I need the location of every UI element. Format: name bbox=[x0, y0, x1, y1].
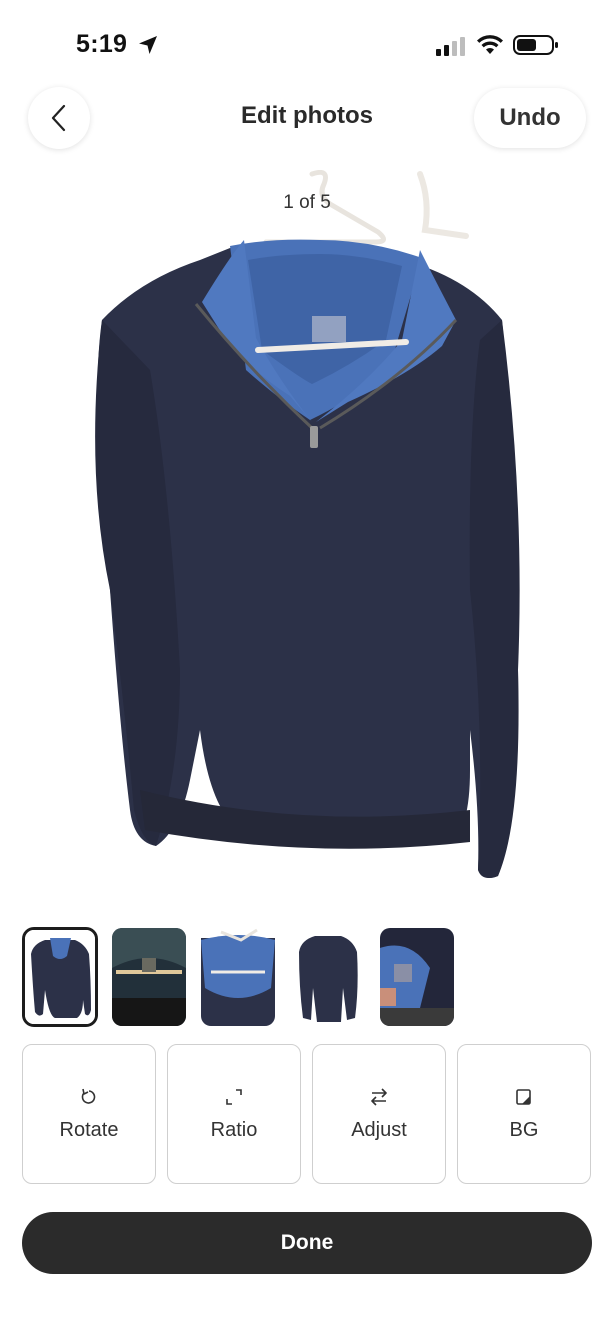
ratio-tool-button[interactable]: Ratio bbox=[167, 1044, 301, 1184]
photo-counter: 1 of 5 bbox=[283, 192, 331, 213]
adjust-tool-button[interactable]: Adjust bbox=[312, 1044, 446, 1184]
thumbnail-image bbox=[291, 928, 365, 1026]
battery-icon bbox=[513, 35, 558, 55]
rotate-icon bbox=[81, 1088, 96, 1104]
status-time: 5:19 bbox=[76, 30, 128, 58]
adjust-icon bbox=[371, 1088, 387, 1106]
photo-thumbnail-3[interactable] bbox=[201, 928, 275, 1026]
photo-thumbnail-2[interactable] bbox=[112, 928, 186, 1026]
thumbnail-image bbox=[201, 928, 275, 1026]
main-photo[interactable] bbox=[30, 170, 584, 900]
tool-label: Ratio bbox=[210, 1119, 258, 1141]
undo-button[interactable]: Undo bbox=[474, 88, 586, 148]
ratio-icon bbox=[226, 1089, 242, 1105]
thumbnail-image bbox=[112, 928, 186, 1026]
photo-thumbnail-4[interactable] bbox=[291, 928, 365, 1026]
background-icon bbox=[516, 1089, 531, 1105]
thumbnail-image bbox=[380, 928, 454, 1026]
cellular-signal-icon bbox=[436, 37, 465, 56]
photo-thumbnail-5[interactable] bbox=[380, 928, 454, 1026]
status-bar: 5:19 bbox=[0, 0, 614, 90]
photo-thumbnail-1[interactable] bbox=[22, 927, 98, 1027]
rotate-tool-button[interactable]: Rotate bbox=[22, 1044, 156, 1184]
tool-label: Rotate bbox=[59, 1119, 119, 1141]
bg-tool-button[interactable]: BG bbox=[457, 1044, 591, 1184]
done-button[interactable]: Done bbox=[22, 1212, 592, 1274]
thumbnail-image bbox=[25, 930, 95, 1024]
tool-label: Adjust bbox=[351, 1119, 407, 1141]
wifi-icon bbox=[477, 35, 503, 54]
location-arrow-icon bbox=[139, 36, 157, 54]
tool-label: BG bbox=[509, 1119, 539, 1141]
